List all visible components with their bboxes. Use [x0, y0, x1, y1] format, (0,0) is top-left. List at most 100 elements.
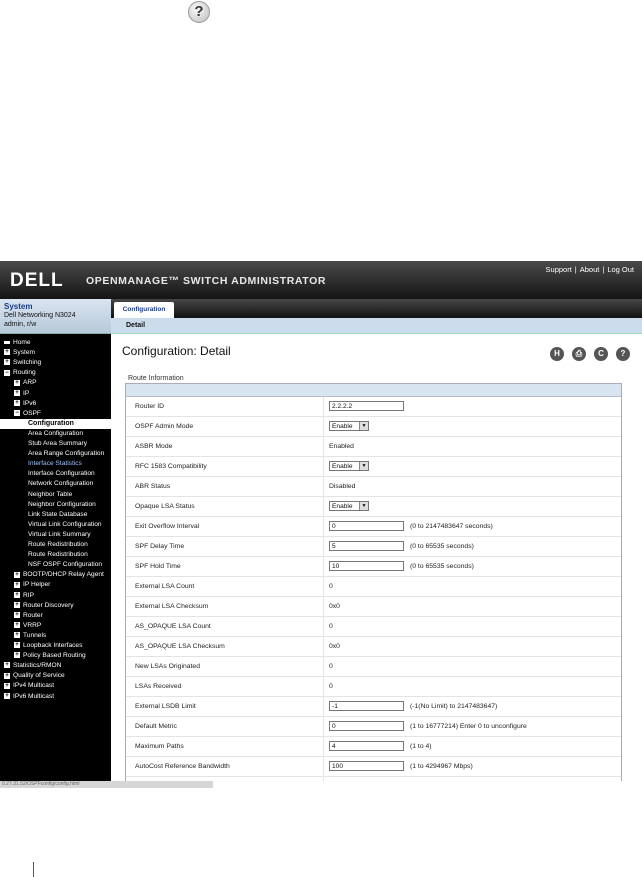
- sidebar-item[interactable]: + BOOTP/DHCP Relay Agent: [0, 570, 111, 580]
- text-field[interactable]: 0: [329, 721, 404, 731]
- sidebar-item-label: Policy Based Routing: [23, 652, 86, 660]
- sidebar-item[interactable]: + System: [0, 348, 111, 358]
- sidebar-item[interactable]: − Routing: [0, 368, 111, 378]
- expand-icon[interactable]: +: [14, 632, 20, 639]
- sidebar-item[interactable]: Route Redistribution: [0, 540, 111, 550]
- expand-icon[interactable]: +: [14, 622, 20, 629]
- status-bar: 0.27.31.52/OSPFconfig/config.html: [0, 781, 213, 788]
- form-row: OSPF Admin Mode Enable ▼: [126, 417, 621, 437]
- sidebar-item[interactable]: Area Range Configuration: [0, 449, 111, 459]
- sidebar-item[interactable]: Stub Area Summary: [0, 439, 111, 449]
- sidebar-item[interactable]: + VRRP: [0, 621, 111, 631]
- sidebar-item[interactable]: + Loopback Interfaces: [0, 641, 111, 651]
- collapse-icon[interactable]: −: [14, 409, 20, 416]
- field-label: LSAs Received: [135, 683, 182, 690]
- expand-icon[interactable]: +: [14, 571, 20, 578]
- expand-icon[interactable]: +: [14, 389, 20, 396]
- help-icon[interactable]: ?: [616, 347, 630, 361]
- sidebar-item[interactable]: + Tunnels: [0, 631, 111, 641]
- expand-icon[interactable]: +: [4, 672, 10, 679]
- sidebar-item[interactable]: + IP: [0, 389, 111, 399]
- tab-configuration[interactable]: Configuration: [114, 302, 174, 318]
- column-divider: [323, 537, 324, 556]
- sidebar-item[interactable]: + Quality of Service: [0, 671, 111, 681]
- field-label: Exit Overflow Interval: [135, 523, 200, 530]
- select-field[interactable]: Enable ▼: [329, 461, 369, 471]
- sidebar-item[interactable]: Neighbor Table: [0, 490, 111, 500]
- logout-link[interactable]: Log Out: [607, 265, 634, 274]
- expand-icon[interactable]: +: [14, 642, 20, 649]
- expand-icon[interactable]: +: [14, 611, 20, 618]
- print-icon[interactable]: ⎙: [572, 347, 586, 361]
- sidebar-item[interactable]: Virtual Link Configuration: [0, 520, 111, 530]
- text-field[interactable]: 2.2.2.2: [329, 401, 404, 411]
- chevron-down-icon[interactable]: ▼: [359, 422, 368, 430]
- about-link[interactable]: About: [580, 265, 600, 274]
- column-divider: [323, 717, 324, 736]
- field-label: External LSA Checksum: [135, 603, 209, 610]
- text-field[interactable]: 0: [329, 521, 404, 531]
- expand-icon[interactable]: +: [14, 652, 20, 659]
- text-field[interactable]: 4: [329, 741, 404, 751]
- expand-icon[interactable]: +: [14, 591, 20, 598]
- save-icon[interactable]: H: [550, 347, 564, 361]
- system-info[interactable]: System Dell Networking N3024 admin, r/w: [0, 299, 111, 334]
- sidebar-item[interactable]: Interface Configuration: [0, 469, 111, 479]
- expand-icon[interactable]: +: [4, 359, 10, 366]
- sidebar-item[interactable]: + ARP: [0, 378, 111, 388]
- support-link[interactable]: Support: [546, 265, 572, 274]
- expand-icon[interactable]: +: [14, 379, 20, 386]
- field-label: ABR Status: [135, 483, 171, 490]
- sidebar-item[interactable]: Link State Database: [0, 510, 111, 520]
- text-field[interactable]: 5: [329, 541, 404, 551]
- text-field[interactable]: -1: [329, 701, 404, 711]
- toolbar-icons: H ⎙ C?: [542, 343, 630, 361]
- sidebar-item[interactable]: + Policy Based Routing: [0, 651, 111, 661]
- column-divider: [323, 697, 324, 716]
- sidebar-item[interactable]: Route Redistribution: [0, 550, 111, 560]
- chevron-down-icon[interactable]: ▼: [359, 502, 368, 510]
- expand-icon[interactable]: +: [14, 399, 20, 406]
- sidebar-item[interactable]: + Router Discovery: [0, 601, 111, 611]
- form-row: AS_OPAQUE LSA Count 0: [126, 617, 621, 637]
- sidebar-item[interactable]: NSF OSPF Configuration: [0, 560, 111, 570]
- sidebar-item[interactable]: Virtual Link Summary: [0, 530, 111, 540]
- sidebar-item[interactable]: + IPv6: [0, 399, 111, 409]
- sidebar-item[interactable]: − OSPF: [0, 409, 111, 419]
- expand-icon[interactable]: +: [4, 682, 10, 689]
- column-divider: [323, 417, 324, 436]
- collapse-icon[interactable]: −: [4, 369, 10, 376]
- text-field[interactable]: 100: [329, 761, 404, 771]
- sidebar-item[interactable]: + Switching: [0, 358, 111, 368]
- form-row: Maximum Paths 4 (1 to 4): [126, 737, 621, 757]
- expand-icon[interactable]: +: [14, 581, 20, 588]
- help-icon[interactable]: ?: [188, 1, 210, 23]
- sidebar-item[interactable]: Configuration: [0, 418, 111, 429]
- sidebar-item[interactable]: Network Configuration: [0, 479, 111, 489]
- chevron-down-icon[interactable]: ▼: [359, 462, 368, 470]
- sidebar-item[interactable]: + IPv6 Multicast: [0, 692, 111, 702]
- subtab-detail[interactable]: Detail: [111, 318, 642, 334]
- refresh-icon[interactable]: C: [594, 347, 608, 361]
- text-field[interactable]: 10: [329, 561, 404, 571]
- column-divider: [323, 517, 324, 536]
- sidebar-item[interactable]: Home: [0, 338, 111, 348]
- sidebar-item[interactable]: + IP Helper: [0, 580, 111, 590]
- sidebar-item-label: Virtual Link Configuration: [28, 520, 102, 528]
- sidebar-item[interactable]: Area Configuration: [0, 429, 111, 439]
- form-row: SPF Hold Time 10 (0 to 65535 seconds): [126, 557, 621, 577]
- expand-icon[interactable]: +: [14, 601, 20, 608]
- expand-icon[interactable]: +: [4, 662, 10, 669]
- expand-icon[interactable]: +: [4, 692, 10, 699]
- sidebar-item[interactable]: + Statistics/RMON: [0, 661, 111, 671]
- sidebar-item[interactable]: + IPv4 Multicast: [0, 681, 111, 691]
- expand-icon[interactable]: +: [4, 349, 10, 356]
- sidebar-item[interactable]: + Router: [0, 611, 111, 621]
- sidebar-item[interactable]: + RIP: [0, 591, 111, 601]
- form-row: AutoCost Reference Bandwidth 100 (1 to 429…: [126, 757, 621, 777]
- select-field[interactable]: Enable ▼: [329, 421, 369, 431]
- sidebar-item[interactable]: Interface Statistics: [0, 459, 111, 469]
- form-row: External LSA Count 0: [126, 577, 621, 597]
- select-field[interactable]: Enable ▼: [329, 501, 369, 511]
- sidebar-item[interactable]: Neighbor Configuration: [0, 500, 111, 510]
